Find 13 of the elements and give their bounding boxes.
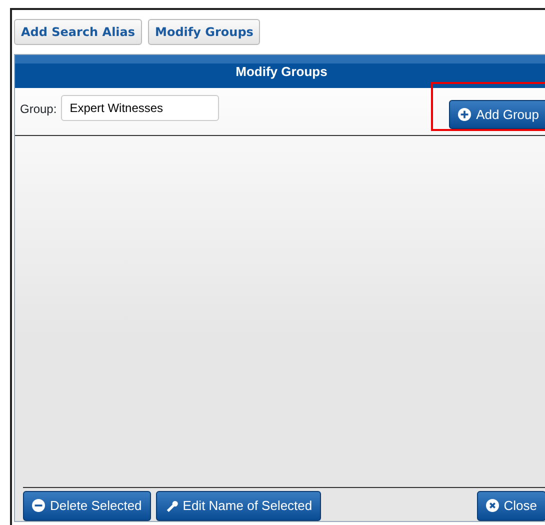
footer-button[interactable]: Delete Selected xyxy=(23,491,151,520)
wrench-icon xyxy=(164,499,178,512)
add-group-button[interactable]: Add Group xyxy=(449,100,545,129)
toolbar-button[interactable]: Modify Groups xyxy=(148,19,260,45)
field-label: Group: xyxy=(20,100,57,118)
plus-icon xyxy=(458,108,472,121)
group-field[interactable]: Expert Witnesses xyxy=(60,94,219,120)
toolbar-button[interactable]: Add Search Alias xyxy=(14,19,142,45)
minus-icon xyxy=(32,499,45,512)
close-button[interactable]: Close xyxy=(476,491,545,520)
panel-title: Modify Groups xyxy=(15,55,545,88)
close-icon xyxy=(486,499,499,512)
footer-button[interactable]: Edit Name of Selected xyxy=(156,491,322,520)
